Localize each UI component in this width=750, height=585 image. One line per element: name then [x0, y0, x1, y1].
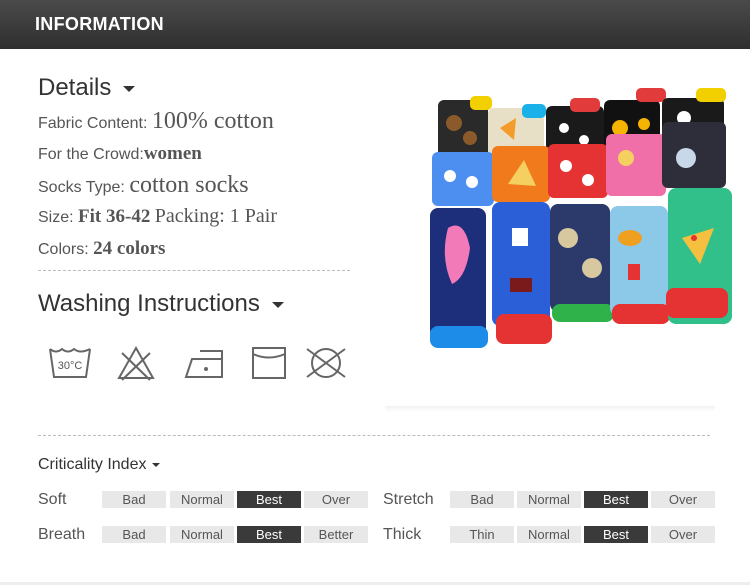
thick-option-normal: Normal — [517, 526, 581, 543]
soft-option-normal: Normal — [170, 491, 234, 508]
wash-30-icon: 30°C — [49, 347, 91, 378]
header-title: INFORMATION — [35, 14, 164, 34]
soft-option-best: Best — [237, 491, 301, 508]
breath-option-better: Better — [304, 526, 368, 543]
no-dry-clean-icon — [306, 348, 346, 378]
tumble-dry-icon — [252, 347, 286, 379]
caret-down-icon — [152, 462, 161, 467]
criticality-label-stretch: Stretch — [383, 491, 434, 508]
criticality-label-thick: Thick — [383, 526, 422, 543]
type-row: Socks Type: cotton socks — [38, 172, 249, 199]
stretch-option-normal: Normal — [517, 491, 581, 508]
thick-option-best: Best — [584, 526, 648, 543]
colors-value: 24 colors — [93, 238, 166, 259]
stretch-option-bad: Bad — [450, 491, 514, 508]
stretch-option-over: Over — [651, 491, 715, 508]
crowd-value: women — [143, 143, 202, 164]
type-value: cotton socks — [129, 172, 249, 198]
thick-option-thin: Thin — [450, 526, 514, 543]
colors-label: Colors: — [38, 241, 89, 258]
size-value: Fit 36-42 — [78, 206, 151, 227]
breath-option-normal: Normal — [170, 526, 234, 543]
no-bleach-icon — [117, 345, 155, 381]
colors-row: Colors: 24 colors — [38, 238, 165, 260]
header-bar: INFORMATION — [0, 0, 750, 49]
criticality-title: Criticality Index — [38, 456, 161, 474]
caret-down-icon — [271, 301, 284, 308]
washing-title: Washing Instructions — [38, 290, 284, 318]
breath-option-bad: Bad — [102, 526, 166, 543]
criticality-title-text: Criticality Index — [38, 456, 147, 473]
criticality-label-soft: Soft — [38, 491, 67, 508]
details-title-text: Details — [38, 74, 112, 101]
criticality-label-breath: Breath — [38, 526, 86, 543]
details-title: Details — [38, 74, 136, 102]
fabric-row: Fabric Content: 100% cotton — [38, 108, 274, 135]
iron-low-icon — [184, 350, 223, 378]
washing-title-text: Washing Instructions — [38, 290, 260, 317]
type-label: Socks Type: — [38, 179, 125, 196]
wash-temp: 30°C — [58, 360, 83, 372]
size-label: Size: — [38, 209, 74, 226]
thick-option-over: Over — [651, 526, 715, 543]
packing-value: Packing: 1 Pair — [154, 205, 277, 227]
divider — [38, 435, 710, 436]
breath-option-best: Best — [237, 526, 301, 543]
soft-option-over: Over — [304, 491, 368, 508]
fabric-value: 100% cotton — [151, 108, 274, 134]
stretch-option-best: Best — [584, 491, 648, 508]
image-shadow — [385, 406, 715, 412]
crowd-label: For the Crowd: — [38, 146, 144, 163]
soft-option-bad: Bad — [102, 491, 166, 508]
divider — [38, 270, 350, 271]
socks-product-image — [430, 88, 732, 348]
caret-down-icon — [123, 85, 136, 92]
crowd-row: For the Crowd:women — [38, 143, 202, 165]
size-row: Size: Fit 36-42 Packing: 1 Pair — [38, 205, 277, 228]
fabric-label: Fabric Content: — [38, 115, 148, 132]
